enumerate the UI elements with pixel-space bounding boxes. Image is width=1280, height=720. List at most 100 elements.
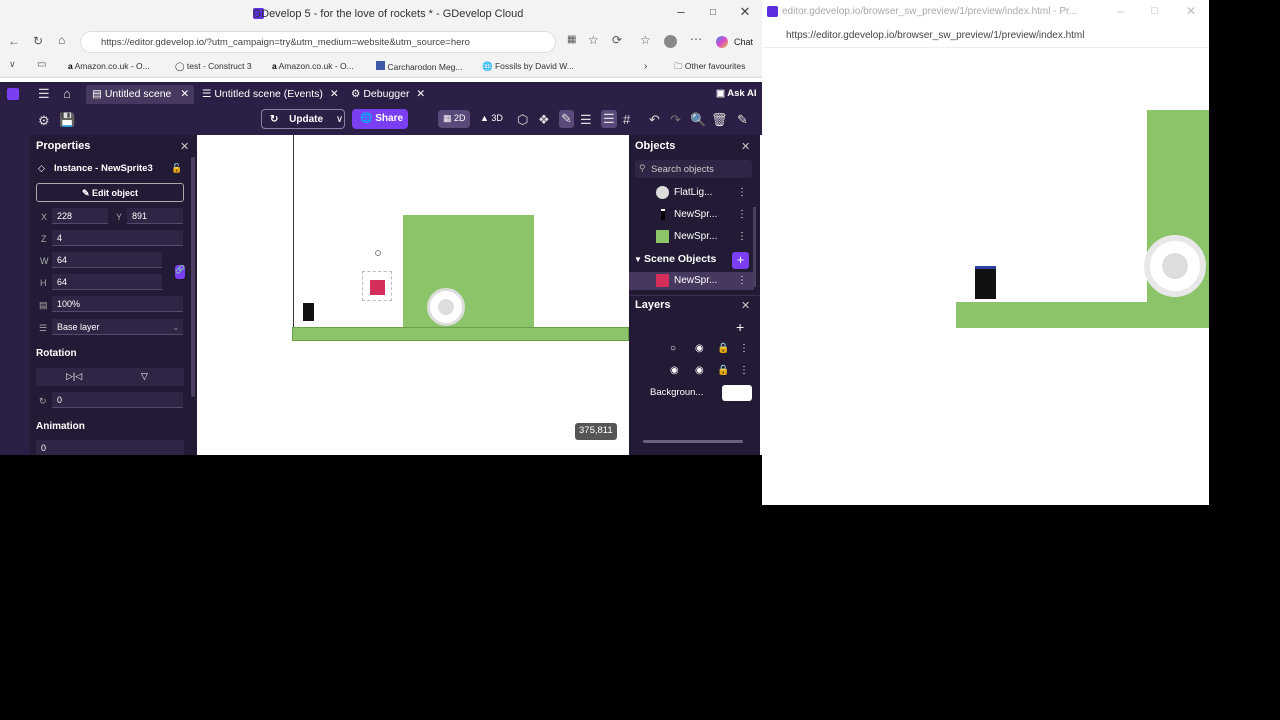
ask-ai-button[interactable]: ▣ Ask AI [710,85,762,104]
link-dimensions-icon[interactable]: 🔗 [175,265,185,279]
background-color-swatch[interactable] [722,385,752,401]
w-field[interactable]: 64 [52,252,162,268]
lock-icon[interactable]: 🔒 [717,343,729,354]
more-options-icon[interactable]: ⋮ [737,231,747,242]
favorites-icon[interactable]: ☆ [640,34,651,46]
save-icon[interactable]: 💾 [59,112,75,128]
edit-object-button[interactable]: ✎ Edit object [36,183,184,202]
back-icon[interactable]: ← [8,35,20,47]
lock-icon[interactable]: 🔒 [717,365,729,376]
more-menu-icon[interactable]: ⋯ [690,33,702,45]
bookmark-carcharodon[interactable]: Carcharodon Meg... [376,61,463,72]
undo-icon[interactable]: ↶ [649,112,660,128]
rotate-handle[interactable] [375,250,381,256]
selected-sprite[interactable] [370,280,385,295]
angle-field[interactable]: 0 [52,392,183,408]
cube-icon[interactable]: ⬡ [517,112,528,128]
chevron-down-icon[interactable]: ▼ [634,255,642,264]
reload-icon[interactable]: ↻ [33,35,43,47]
mode-2d-button[interactable]: ▦ 2D [438,110,470,128]
close-panel-icon[interactable]: ✕ [180,140,189,153]
edit-scene-icon[interactable]: ✎ [737,112,748,128]
favorite-star-icon[interactable]: ☆ [588,34,599,46]
bookmark-construct[interactable]: ◯ test - Construct 3 [175,61,252,72]
search-objects-input[interactable]: ⚲ Search objects [635,160,752,178]
apps-icon[interactable]: ▦ [567,35,576,45]
tab-events[interactable]: ☰ Untitled scene (Events) ✕ [196,85,345,104]
layer-row[interactable]: ◉ ◉ 🔒 ⋮ [629,362,754,380]
maximize-icon[interactable]: □ [1151,5,1158,17]
extensions-icon[interactable]: ⟳ [612,34,622,46]
close-tab-icon[interactable]: ✕ [180,88,189,100]
other-favourites[interactable]: 🗀 Other favourites [674,61,745,75]
close-panel-icon[interactable]: ✕ [741,140,750,153]
z-field[interactable]: 4 [52,230,183,246]
radio-icon[interactable]: ○ [670,343,676,354]
reading-list-icon[interactable]: ▭ [37,60,46,70]
edit-pencil-icon[interactable]: ✎ [559,110,574,128]
properties-scrollbar[interactable] [191,157,195,397]
home-icon[interactable]: ⌂ [58,34,65,46]
grid-icon[interactable]: # [623,112,630,127]
tab-scene[interactable]: ▤ Untitled scene ✕ [86,85,194,104]
chevron-right-icon[interactable]: › [644,61,647,72]
maximize-icon[interactable]: □ [698,7,728,18]
close-panel-icon[interactable]: ✕ [741,299,750,312]
layer-select[interactable]: Base layer ⌄ [52,319,183,335]
close-icon[interactable]: ✕ [1186,4,1196,18]
animation-field[interactable]: 0 [36,440,184,455]
visibility-icon[interactable]: ◉ [695,365,704,376]
objects-scrollbar[interactable] [753,207,756,287]
redo-icon[interactable]: ↷ [670,112,681,128]
objects-group-icon[interactable]: ❖ [538,112,550,128]
add-object-button[interactable]: + [732,252,749,269]
close-icon[interactable]: ✕ [730,4,760,20]
tab-debugger[interactable]: ⚙ Debugger ✕ [345,85,431,104]
lock-icon[interactable]: 🔓 [171,163,182,174]
url-input[interactable]: https://editor.gdevelop.io/?utm_campaign… [80,31,556,53]
mode-3d-button[interactable]: ▲ 3D [475,110,507,128]
x-field[interactable]: 228 [52,208,108,224]
game-preview-canvas[interactable] [762,49,1209,505]
copilot-icon[interactable] [716,36,728,48]
more-options-icon[interactable]: ⋮ [739,365,749,376]
object-item[interactable]: NewSpr... ⋮ [629,228,754,246]
minimize-icon[interactable]: – [666,4,696,19]
flip-vertical-icon[interactable]: ▽ [141,371,148,382]
more-options-icon[interactable]: ⋮ [737,187,747,198]
add-layer-icon[interactable]: + [736,319,744,335]
flip-horizontal-icon[interactable]: ▷|◁ [66,371,82,382]
close-tab-icon[interactable]: ✕ [330,88,339,100]
zoom-icon[interactable]: 🔍 [690,112,706,128]
layer-row[interactable]: ○ ◉ 🔒 ⋮ [629,340,754,358]
layers-icon[interactable]: ☰ [601,110,617,128]
more-options-icon[interactable]: ⋮ [739,343,749,354]
close-tab-icon[interactable]: ✕ [416,88,425,100]
opacity-field[interactable]: 100% [52,296,183,312]
bookmark-amazon-1[interactable]: a Amazon.co.uk - O... [68,61,150,71]
bookmark-amazon-2[interactable]: a Amazon.co.uk - O... [272,61,354,71]
scene-object-item[interactable]: NewSpr... ⋮ [629,272,754,290]
visibility-icon[interactable]: ◉ [695,343,704,354]
hamburger-menu-icon[interactable]: ☰ [38,86,50,102]
object-item[interactable]: NewSpr... ⋮ [629,206,754,224]
h-field[interactable]: 64 [52,274,162,290]
list-icon[interactable]: ☰ [580,112,592,128]
profile-avatar[interactable] [664,35,677,48]
share-button[interactable]: 🌐 Share [352,109,408,129]
minimize-icon[interactable]: – [1117,4,1124,18]
chat-button[interactable]: Chat [734,37,753,47]
preview-settings-icon[interactable]: ⚙ [38,113,50,129]
scene-canvas[interactable]: 375,811 [197,135,629,455]
chevron-down-icon[interactable]: ∨ [9,60,16,69]
horizontal-scrollbar[interactable] [643,440,743,443]
y-field[interactable]: 891 [127,208,183,224]
home-tab-icon[interactable]: ⌂ [63,86,71,101]
chevron-down-icon[interactable]: ∨ [336,114,343,125]
bookmark-fossils[interactable]: 🌐 Fossils by David W... [482,61,574,72]
radio-selected-icon[interactable]: ◉ [670,365,679,376]
update-button[interactable]: ↻ Update ∨ [261,109,345,129]
more-options-icon[interactable]: ⋮ [737,209,747,220]
delete-icon[interactable]: 🗑 [711,112,728,128]
more-options-icon[interactable]: ⋮ [737,275,747,286]
